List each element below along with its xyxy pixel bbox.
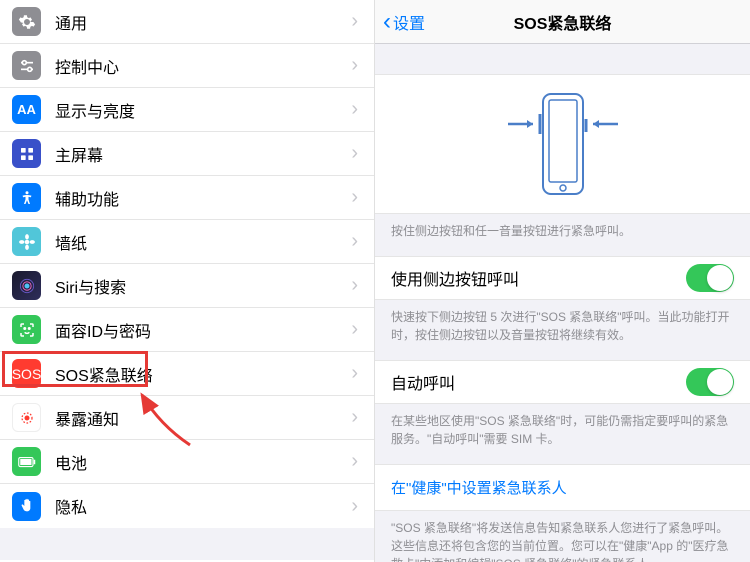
side-button-toggle[interactable] — [686, 264, 734, 292]
chevron-right-icon: › — [351, 54, 358, 77]
battery-icon — [12, 447, 41, 476]
chevron-right-icon: › — [351, 142, 358, 165]
flower-icon — [12, 227, 41, 256]
auto-call-footer: 在某些地区使用"SOS 紧急联络"时，可能仍需指定要呼叫的紧急服务。"自动呼叫"… — [375, 404, 750, 464]
auto-call-toggle[interactable] — [686, 368, 734, 396]
auto-call-row[interactable]: 自动呼叫 — [375, 360, 750, 404]
row-label: 暴露通知 — [55, 406, 351, 430]
row-label: 面容ID与密码 — [55, 318, 351, 342]
chevron-left-icon: ‹ — [383, 8, 391, 36]
row-wallpaper[interactable]: 墙纸 › — [0, 220, 374, 264]
row-privacy[interactable]: 隐私 › — [0, 484, 374, 528]
nav-bar: ‹ 设置 SOS紧急联络 — [375, 0, 750, 44]
row-general[interactable]: 通用 › — [0, 0, 374, 44]
chevron-right-icon: › — [351, 450, 358, 473]
page-title: SOS紧急联络 — [514, 10, 612, 34]
chevron-right-icon: › — [351, 10, 358, 33]
row-exposure[interactable]: 暴露通知 › — [0, 396, 374, 440]
row-label: 通用 — [55, 10, 351, 34]
chevron-right-icon: › — [351, 362, 358, 385]
grid-icon — [12, 139, 41, 168]
health-footer: "SOS 紧急联络"将发送信息告知紧急联系人您进行了紧急呼叫。这些信息还将包含您… — [375, 511, 750, 562]
chevron-right-icon: › — [351, 230, 358, 253]
row-faceid[interactable]: 面容ID与密码 › — [0, 308, 374, 352]
row-label: 电池 — [55, 450, 351, 474]
side-button-footer: 快速按下侧边按钮 5 次进行"SOS 紧急联络"呼叫。当此功能打开时，按住侧边按… — [375, 300, 750, 360]
settings-list: 通用 › 控制中心 › AA 显示与亮度 › 主屏幕 › 辅助功能 — [0, 0, 375, 562]
link-label: 在"健康"中设置紧急联系人 — [391, 480, 567, 497]
row-label: 显示与亮度 — [55, 98, 351, 122]
text-size-icon: AA — [12, 95, 41, 124]
chevron-right-icon: › — [351, 318, 358, 341]
chevron-right-icon: › — [351, 495, 358, 518]
row-control-center[interactable]: 控制中心 › — [0, 44, 374, 88]
chevron-right-icon: › — [351, 186, 358, 209]
siri-icon — [12, 271, 41, 300]
row-siri[interactable]: Siri与搜索 › — [0, 264, 374, 308]
illustration — [375, 74, 750, 214]
row-display[interactable]: AA 显示与亮度 › — [0, 88, 374, 132]
gear-icon — [12, 7, 41, 36]
row-label: 主屏幕 — [55, 142, 351, 166]
side-button-row[interactable]: 使用侧边按钮呼叫 — [375, 256, 750, 300]
chevron-right-icon: › — [351, 98, 358, 121]
row-label: Siri与搜索 — [55, 274, 351, 298]
row-label: 辅助功能 — [55, 186, 351, 210]
row-home-screen[interactable]: 主屏幕 › — [0, 132, 374, 176]
setting-label: 自动呼叫 — [391, 370, 686, 394]
health-link[interactable]: 在"健康"中设置紧急联系人 — [375, 464, 750, 511]
row-label: 控制中心 — [55, 54, 351, 78]
faceid-icon — [12, 315, 41, 344]
back-button[interactable]: ‹ 设置 — [383, 0, 425, 44]
row-sos[interactable]: SOS SOS紧急联络 › — [0, 352, 374, 396]
sos-icon: SOS — [12, 359, 41, 388]
exposure-icon — [12, 403, 41, 432]
back-label: 设置 — [393, 10, 425, 34]
chevron-right-icon: › — [351, 274, 358, 297]
sos-detail: ‹ 设置 SOS紧急联络 按住侧边按钮和任一音量按钮进行紧急呼叫。 使用侧边按钮… — [375, 0, 750, 562]
sliders-icon — [12, 51, 41, 80]
row-label: SOS紧急联络 — [55, 362, 351, 386]
illustration-caption: 按住侧边按钮和任一音量按钮进行紧急呼叫。 — [375, 214, 750, 256]
row-label: 隐私 — [55, 494, 351, 518]
chevron-right-icon: › — [351, 406, 358, 429]
accessibility-icon — [12, 183, 41, 212]
footer-body: "SOS 紧急联络"将发送信息告知紧急联系人您进行了紧急呼叫。这些信息还将包含您… — [391, 521, 728, 562]
hand-icon — [12, 492, 41, 521]
row-label: 墙纸 — [55, 230, 351, 254]
settings-group-1: 通用 › 控制中心 › AA 显示与亮度 › 主屏幕 › 辅助功能 — [0, 0, 374, 528]
setting-label: 使用侧边按钮呼叫 — [391, 266, 686, 290]
row-battery[interactable]: 电池 › — [0, 440, 374, 484]
row-accessibility[interactable]: 辅助功能 › — [0, 176, 374, 220]
